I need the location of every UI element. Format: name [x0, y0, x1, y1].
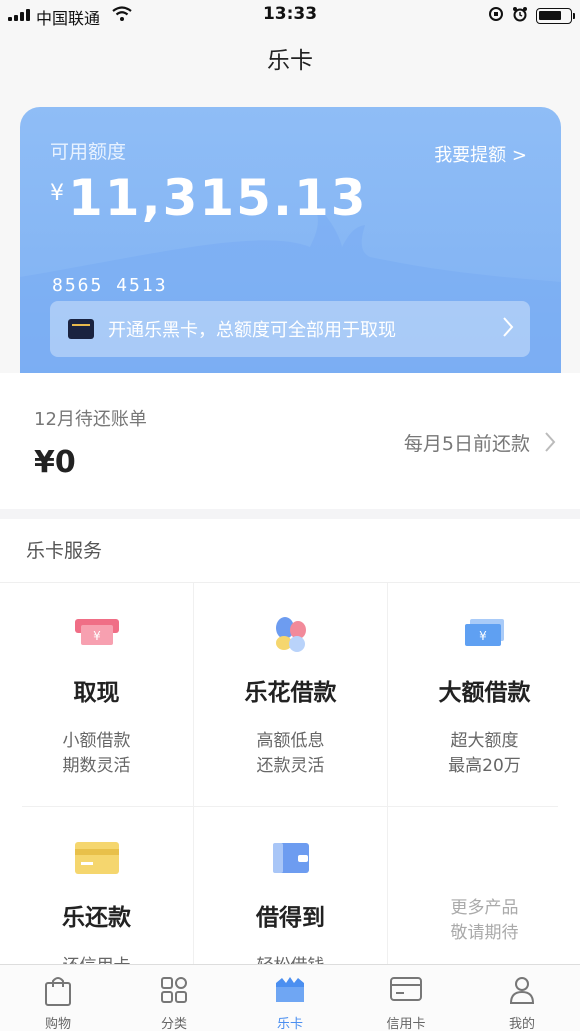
service-name: 借得到: [256, 905, 325, 931]
service-cash[interactable]: ¥ 取现 小额借款 期数灵活: [0, 583, 193, 803]
card-area: 可用额度 我要提额 > ¥ 11,315.13 8565 4513 开通乐黑卡，…: [0, 90, 580, 373]
service-repay[interactable]: 乐还款 还信用卡: [0, 808, 193, 964]
service-desc: 小额借款 期数灵活: [62, 731, 131, 776]
tab-lecard[interactable]: 乐卡: [232, 965, 348, 1031]
currency-symbol: ¥: [50, 181, 64, 206]
battery-icon: [536, 8, 575, 24]
tab-label: 信用卡: [386, 1017, 426, 1031]
tab-label: 分类: [160, 1017, 187, 1031]
service-desc: 超大额度 最高20万: [448, 731, 521, 776]
tab-category[interactable]: 分类: [116, 965, 232, 1031]
wallet-icon: [270, 840, 312, 880]
service-name: 大额借款: [438, 680, 531, 706]
monthly-bill-row[interactable]: 12月待还账单 ¥0 每月5日前还款: [0, 373, 580, 509]
tab-label: 乐卡: [276, 1017, 303, 1031]
lecard-services-section: 乐卡服务 ¥ 取现 小额借款 期数灵活 乐花借款 高额低息 还款灵活 ¥ 大额借款 …: [0, 519, 580, 964]
credit-card-icon: [389, 975, 423, 1007]
service-jiededao[interactable]: 借得到 轻松借钱: [194, 808, 387, 964]
bill-due-text: 每月5日前还款: [403, 433, 530, 455]
profile-icon: [507, 975, 537, 1009]
repay-card-icon: [73, 840, 121, 880]
credit-card-panel[interactable]: 可用额度 我要提额 > ¥ 11,315.13 8565 4513 开通乐黑卡，…: [20, 107, 561, 373]
banknote-icon: ¥: [462, 615, 508, 653]
service-large-loan[interactable]: ¥ 大额借款 超大额度 最高20万: [388, 583, 580, 803]
svg-text:¥: ¥: [93, 629, 101, 643]
lecard-icon: [274, 975, 306, 1009]
rotation-lock-icon: [488, 6, 504, 26]
service-name: 取现: [73, 680, 120, 706]
more-products-text: 更多产品 敬请期待: [450, 898, 519, 943]
alarm-icon: [512, 6, 528, 26]
page-title: 乐卡: [267, 48, 313, 74]
tab-label: 我的: [508, 1017, 535, 1031]
bill-label: 12月待还账单: [34, 409, 147, 430]
shopping-bag-icon: [43, 975, 73, 1011]
tab-label: 购物: [44, 1017, 71, 1031]
service-name: 乐花借款: [244, 680, 337, 706]
service-lehua-loan[interactable]: 乐花借款 高额低息 还款灵活: [194, 583, 387, 803]
available-credit-label: 可用额度: [50, 141, 127, 163]
category-grid-icon: [159, 975, 189, 1009]
black-card-promo-banner[interactable]: 开通乐黑卡，总额度可全部用于取现: [50, 301, 530, 357]
service-desc: 高额低息 还款灵活: [256, 731, 325, 776]
more-products-placeholder: 更多产品 敬请期待: [388, 808, 580, 964]
black-card-icon: [68, 319, 94, 339]
raise-limit-link[interactable]: 我要提额 >: [434, 141, 527, 167]
service-desc: 还信用卡: [0, 954, 193, 964]
bill-amount: ¥0: [34, 445, 76, 480]
credit-amount-value: 11,315.13: [68, 169, 368, 227]
service-desc: 轻松借钱: [194, 954, 387, 964]
bottom-tab-bar: 购物 分类 乐卡 信用卡 我的: [0, 964, 580, 1031]
petal-icon: [271, 615, 311, 659]
card-number: 8565 4513: [52, 275, 168, 296]
chevron-right-icon: [544, 431, 556, 457]
svg-text:¥: ¥: [479, 629, 487, 643]
tab-credit-card[interactable]: 信用卡: [348, 965, 464, 1031]
cash-icon: ¥: [73, 615, 121, 653]
tab-mine[interactable]: 我的: [464, 965, 580, 1031]
available-credit-amount: ¥ 11,315.13: [50, 169, 368, 227]
services-title: 乐卡服务: [0, 519, 580, 583]
status-bar: 中国联通 13:33: [0, 0, 580, 32]
nav-bar: 乐卡: [0, 32, 580, 90]
chevron-right-icon: [502, 316, 514, 342]
promo-text: 开通乐黑卡，总额度可全部用于取现: [108, 320, 396, 341]
tab-shopping[interactable]: 购物: [0, 965, 116, 1031]
service-name: 乐还款: [62, 905, 131, 931]
